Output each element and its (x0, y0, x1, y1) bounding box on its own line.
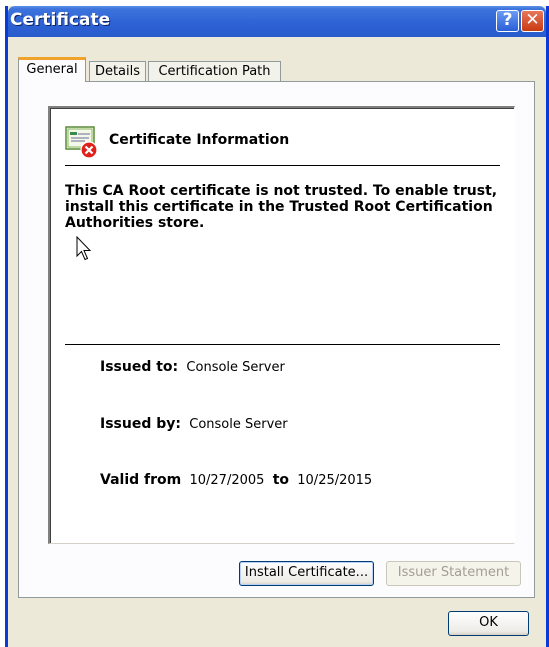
tab-certification-path[interactable]: Certification Path (148, 61, 281, 81)
general-tab-panel: Certificate Information This CA Root cer… (18, 81, 535, 598)
tab-general[interactable]: General (18, 57, 86, 82)
title-bar[interactable]: Certificate ? ✕ (8, 6, 546, 37)
close-button[interactable]: ✕ (521, 10, 544, 32)
window-title: Certificate (10, 10, 111, 30)
heading-divider (65, 165, 500, 166)
valid-to-label: to (272, 472, 289, 488)
ok-button[interactable]: OK (448, 611, 529, 636)
issued-to-value: Console Server (186, 360, 285, 375)
valid-to-value: 10/25/2015 (297, 473, 373, 488)
certificate-dialog: Certificate ? ✕ General Details Certific… (5, 6, 549, 647)
certificate-info-box: Certificate Information This CA Root cer… (48, 106, 515, 544)
install-certificate-button[interactable]: Install Certificate... (239, 561, 374, 586)
certificate-info-heading: Certificate Information (109, 132, 290, 148)
trust-warning-text: This CA Root certificate is not trusted.… (65, 183, 498, 231)
issued-by-value: Console Server (189, 417, 288, 432)
certificate-error-icon (65, 126, 98, 159)
issuer-statement-button[interactable]: Issuer Statement (386, 561, 521, 586)
issued-to-row: Issued to: Console Server (100, 359, 285, 375)
issued-by-row: Issued by: Console Server (100, 416, 288, 432)
valid-from-label: Valid from (100, 472, 182, 488)
mouse-pointer-icon (76, 236, 92, 261)
valid-from-value: 10/27/2005 (189, 473, 265, 488)
issued-to-label: Issued to: (100, 359, 179, 375)
details-divider (65, 344, 500, 345)
validity-row: Valid from 10/27/2005 to 10/25/2015 (100, 472, 372, 488)
tab-details[interactable]: Details (89, 61, 146, 81)
issued-by-label: Issued by: (100, 416, 181, 432)
help-button[interactable]: ? (496, 10, 519, 32)
